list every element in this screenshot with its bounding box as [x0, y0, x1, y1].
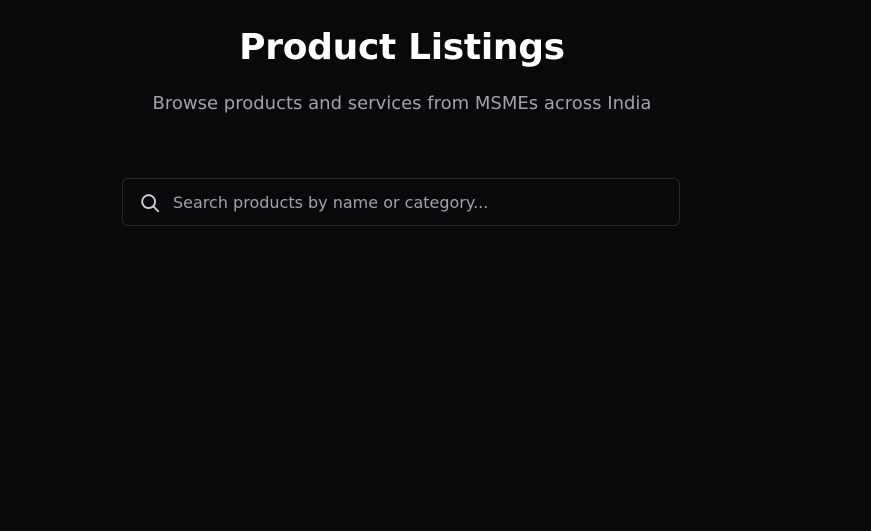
product-listings-page: Product Listings Browse products and ser… — [0, 0, 871, 531]
search-icon — [139, 192, 161, 214]
search-box[interactable] — [122, 178, 680, 226]
page-subtitle: Browse products and services from MSMEs … — [152, 93, 652, 114]
page-title: Product Listings — [239, 27, 565, 68]
search-input[interactable] — [173, 179, 669, 225]
